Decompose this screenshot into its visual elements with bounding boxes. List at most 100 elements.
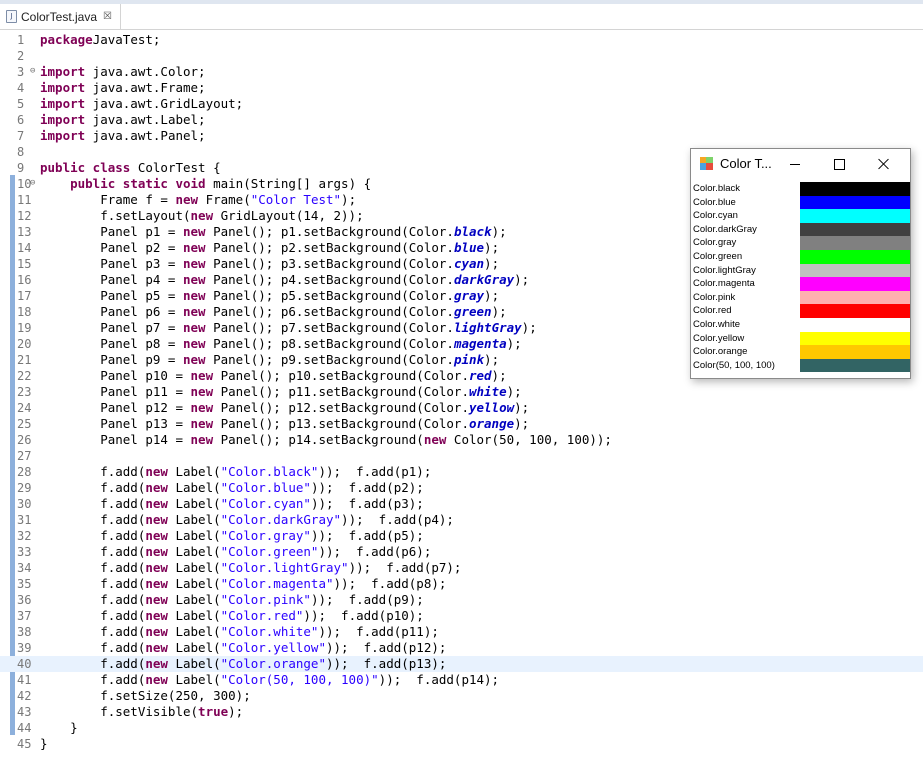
code-token: ); — [491, 224, 507, 239]
code-line[interactable]: 35 f.add(new Label("Color.magenta")); f.… — [0, 576, 923, 592]
code-token: Panel(); p6.setBackground(Color. — [205, 304, 454, 319]
keyword-token: true — [198, 704, 229, 719]
code-line[interactable]: 5 import java.awt.GridLayout; — [0, 96, 923, 112]
code-line[interactable]: 34 f.add(new Label("Color.lightGray")); … — [0, 560, 923, 576]
code-line[interactable]: 23 Panel p11 = new Panel(); p11.setBackg… — [0, 384, 923, 400]
line-number: 38 — [17, 625, 32, 639]
string-token: "Color.red" — [220, 608, 304, 623]
code-token: )); f.add(p7); — [348, 560, 462, 575]
code-text: f.setLayout(new GridLayout(14, 2)); — [40, 208, 363, 224]
keyword-token: new — [190, 208, 214, 223]
fold-toggle-icon[interactable]: ⊖ — [30, 175, 35, 191]
field-token: red — [468, 368, 492, 383]
code-line[interactable]: 41 f.add(new Label("Color(50, 100, 100)"… — [0, 672, 923, 688]
code-line[interactable]: 37 f.add(new Label("Color.red")); f.add(… — [0, 608, 923, 624]
string-token: "Color Test" — [250, 192, 342, 207]
code-line[interactable]: 32 f.add(new Label("Color.gray")); f.add… — [0, 528, 923, 544]
code-line[interactable]: 36 f.add(new Label("Color.pink")); f.add… — [0, 592, 923, 608]
fold-toggle-icon[interactable]: ⊖ — [30, 63, 35, 79]
code-line[interactable]: 24 Panel p12 = new Panel(); p12.setBackg… — [0, 400, 923, 416]
color-label: Color.darkGray — [693, 223, 757, 235]
color-swatch — [800, 249, 910, 264]
keyword-token: new — [145, 528, 168, 543]
keyword-token: new — [145, 592, 168, 607]
code-text: import java.awt.GridLayout; — [40, 96, 243, 112]
code-line[interactable]: 30 f.add(new Label("Color.cyan")); f.add… — [0, 496, 923, 512]
code-line[interactable]: 33 f.add(new Label("Color.green")); f.ad… — [0, 544, 923, 560]
keyword-token: new — [190, 432, 214, 447]
string-token: "Color.yellow" — [220, 640, 326, 655]
color-label: Color.white — [693, 318, 740, 330]
code-token: ); — [484, 352, 500, 367]
color-swatch — [800, 331, 910, 346]
code-token: )); f.add(p5); — [310, 528, 424, 543]
code-token: Panel p4 = — [40, 272, 183, 287]
code-token: Panel(); p5.setBackground(Color. — [205, 288, 454, 303]
code-line[interactable]: 2 — [0, 48, 923, 64]
code-line[interactable]: 31 f.add(new Label("Color.darkGray")); f… — [0, 512, 923, 528]
close-tab-icon[interactable]: ☒ — [103, 11, 112, 22]
line-number: 13 — [17, 225, 32, 239]
code-line[interactable]: 4 import java.awt.Frame; — [0, 80, 923, 96]
code-token: f.add( — [40, 496, 146, 511]
keyword-token: new — [183, 256, 206, 271]
string-token: "Color(50, 100, 100)" — [220, 672, 379, 687]
code-line[interactable]: 1 packageJavaTest; — [0, 32, 923, 48]
window-title-bar[interactable]: Color T... — [691, 149, 910, 179]
code-text: import java.awt.Label; — [40, 112, 206, 128]
editor-tab-bar: J ColorTest.java ☒ — [0, 4, 923, 30]
color-label: Color.cyan — [693, 210, 738, 222]
code-token: f.setLayout( — [40, 208, 191, 223]
code-line[interactable]: 29 f.add(new Label("Color.blue")); f.add… — [0, 480, 923, 496]
code-token: Panel p12 = — [40, 400, 191, 415]
code-line[interactable]: 7 import java.awt.Panel; — [0, 128, 923, 144]
code-text: Panel p8 = new Panel(); p8.setBackground… — [40, 336, 522, 352]
code-line[interactable]: 44 } — [0, 720, 923, 736]
color-label: Color.yellow — [693, 332, 745, 344]
close-icon — [878, 158, 890, 170]
code-line[interactable]: 38 f.add(new Label("Color.white")); f.ad… — [0, 624, 923, 640]
code-token: f.add( — [40, 656, 146, 671]
code-token: Label( — [167, 640, 221, 655]
close-button[interactable] — [866, 149, 902, 179]
editor-tab-colortest[interactable]: J ColorTest.java ☒ — [0, 4, 121, 29]
code-line[interactable]: 25 Panel p13 = new Panel(); p13.setBackg… — [0, 416, 923, 432]
code-token: f.add( — [40, 464, 146, 479]
code-token: ); — [506, 336, 522, 351]
code-token: Panel p8 = — [40, 336, 183, 351]
code-text: f.add(new Label("Color(50, 100, 100)"));… — [40, 672, 499, 688]
keyword-token: new — [145, 464, 168, 479]
code-token: Label( — [167, 560, 221, 575]
code-line[interactable]: 42 f.setSize(250, 300); — [0, 688, 923, 704]
code-text: public class ColorTest { — [40, 160, 221, 176]
code-text: Panel p2 = new Panel(); p2.setBackground… — [40, 240, 499, 256]
line-number: 31 — [17, 513, 32, 527]
code-text: f.add(new Label("Color.orange")); f.add(… — [40, 656, 446, 672]
code-line[interactable]: 40 f.add(new Label("Color.orange")); f.a… — [0, 656, 923, 672]
maximize-button[interactable] — [821, 149, 857, 179]
code-line[interactable]: 6 import java.awt.Label; — [0, 112, 923, 128]
minimize-button[interactable] — [777, 149, 813, 179]
code-line[interactable]: 45} — [0, 736, 923, 752]
code-line[interactable]: 3 ⊖ import java.awt.Color; — [0, 64, 923, 80]
code-token: )); f.add(p14); — [378, 672, 500, 687]
color-swatch — [800, 182, 910, 196]
color-label: Color.red — [693, 305, 732, 317]
color-test-window[interactable]: Color T... Color.black Color.blue Color.cy… — [690, 148, 911, 379]
code-token: f.add( — [40, 544, 146, 559]
code-token: Panel p2 = — [40, 240, 183, 255]
code-line[interactable]: 43 f.setVisible(true); — [0, 704, 923, 720]
line-number: 17 — [17, 289, 32, 303]
code-editor[interactable]: 1 packageJavaTest; 2 3 ⊖ import java.awt.Colo… — [0, 31, 923, 757]
code-line[interactable]: 27 — [0, 448, 923, 464]
code-line[interactable]: 28 f.add(new Label("Color.black")); f.ad… — [0, 464, 923, 480]
code-line[interactable]: 26 Panel p14 = new Panel(); p14.setBackg… — [0, 432, 923, 448]
keyword-token: new — [145, 656, 168, 671]
code-token: Frame( — [198, 192, 251, 207]
code-line[interactable]: 39 f.add(new Label("Color.yellow")); f.a… — [0, 640, 923, 656]
color-label: Color(50, 100, 100) — [693, 359, 775, 371]
field-token: pink — [453, 352, 485, 367]
keyword-token: new — [190, 416, 214, 431]
code-token: Panel p14 = — [40, 432, 191, 447]
